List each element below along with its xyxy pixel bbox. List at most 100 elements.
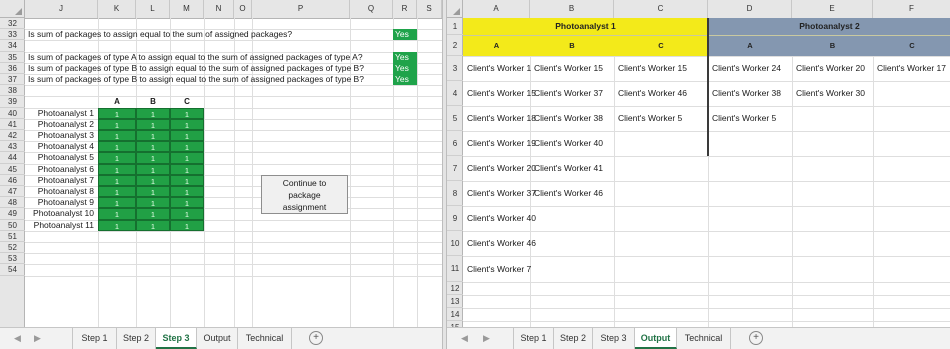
- assignment-cell[interactable]: 1: [170, 118, 204, 130]
- column-header-n[interactable]: N: [204, 0, 234, 18]
- row-number-12[interactable]: 12: [447, 282, 463, 295]
- assignment-cell[interactable]: 1: [170, 163, 204, 175]
- row-number-54[interactable]: 54: [0, 264, 25, 276]
- assignment-cell[interactable]: 1: [170, 107, 204, 119]
- column-header-q[interactable]: Q: [350, 0, 393, 18]
- row-number-36[interactable]: 36: [0, 63, 25, 74]
- worker-assignment-cell[interactable]: Client's Worker 18: [467, 106, 536, 131]
- assignment-cell[interactable]: 1: [98, 208, 136, 220]
- assignment-cell[interactable]: 1: [136, 197, 170, 209]
- worker-assignment-cell[interactable]: Client's Worker 5: [618, 106, 682, 131]
- row-number-41[interactable]: 41: [0, 119, 25, 130]
- column-header-m[interactable]: M: [170, 0, 204, 18]
- worker-assignment-cell[interactable]: Client's Worker 7: [467, 256, 531, 282]
- row-number-37[interactable]: 37: [0, 74, 25, 86]
- sheet-tab-technical[interactable]: Technical: [677, 328, 731, 349]
- continue-button[interactable]: Continue to package assignment: [261, 175, 348, 214]
- assignment-cell[interactable]: 1: [136, 219, 170, 231]
- column-header-l[interactable]: L: [136, 0, 170, 18]
- worker-assignment-cell[interactable]: Client's Worker 15: [467, 81, 536, 106]
- assignment-cell[interactable]: 1: [170, 141, 204, 153]
- row-number-33[interactable]: 33: [0, 29, 25, 41]
- row-number-2[interactable]: 2: [447, 35, 463, 56]
- worker-assignment-cell[interactable]: Client's Worker 46: [618, 81, 687, 106]
- sheet-tab-step-2[interactable]: Step 2: [117, 328, 156, 349]
- column-header-j[interactable]: J: [25, 0, 98, 18]
- row-number-34[interactable]: 34: [0, 40, 25, 52]
- column-header-r[interactable]: R: [393, 0, 417, 18]
- assignment-cell[interactable]: 1: [136, 130, 170, 142]
- assignment-cell[interactable]: 1: [136, 152, 170, 164]
- row-number-9[interactable]: 9: [447, 206, 463, 231]
- assignment-cell[interactable]: 1: [136, 208, 170, 220]
- nav-prev-icon[interactable]: ◀: [461, 333, 468, 344]
- column-header-b[interactable]: B: [530, 0, 614, 18]
- add-sheet-icon[interactable]: +: [749, 331, 763, 345]
- worker-assignment-cell[interactable]: Client's Worker 20: [467, 156, 536, 181]
- worker-assignment-cell[interactable]: Client's Worker 1: [467, 56, 531, 81]
- nav-next-icon[interactable]: ▶: [34, 333, 41, 344]
- row-number-13[interactable]: 13: [447, 295, 463, 308]
- column-header-c[interactable]: C: [614, 0, 708, 18]
- worker-assignment-cell[interactable]: Client's Worker 30: [796, 81, 865, 106]
- assignment-cell[interactable]: 1: [170, 208, 204, 220]
- nav-prev-icon[interactable]: ◀: [14, 333, 21, 344]
- assignment-cell[interactable]: 1: [136, 163, 170, 175]
- nav-next-icon[interactable]: ▶: [483, 333, 490, 344]
- column-header-d[interactable]: D: [708, 0, 792, 18]
- row-number-4[interactable]: 4: [447, 81, 463, 106]
- column-header-p[interactable]: P: [252, 0, 350, 18]
- assignment-cell[interactable]: 1: [170, 130, 204, 142]
- column-header-f[interactable]: F: [873, 0, 950, 18]
- assignment-cell[interactable]: 1: [98, 197, 136, 209]
- worker-assignment-cell[interactable]: Client's Worker 38: [712, 81, 781, 106]
- assignment-cell[interactable]: 1: [98, 130, 136, 142]
- row-number-48[interactable]: 48: [0, 197, 25, 209]
- assignment-cell[interactable]: 1: [170, 219, 204, 231]
- row-number-7[interactable]: 7: [447, 156, 463, 181]
- assignment-cell[interactable]: 1: [136, 141, 170, 153]
- column-header-e[interactable]: E: [792, 0, 873, 18]
- assignment-cell[interactable]: 1: [98, 107, 136, 119]
- row-number-32[interactable]: 32: [0, 18, 25, 30]
- assignment-cell[interactable]: 1: [98, 219, 136, 231]
- row-number-8[interactable]: 8: [447, 181, 463, 206]
- row-number-38[interactable]: 38: [0, 85, 25, 97]
- row-number-14[interactable]: 14: [447, 308, 463, 321]
- row-number-43[interactable]: 43: [0, 141, 25, 153]
- worker-assignment-cell[interactable]: Client's Worker 40: [534, 131, 603, 156]
- assignment-cell[interactable]: 1: [170, 186, 204, 198]
- row-number-11[interactable]: 11: [447, 256, 463, 282]
- row-number-45[interactable]: 45: [0, 164, 25, 175]
- assignment-cell[interactable]: 1: [136, 118, 170, 130]
- row-number-6[interactable]: 6: [447, 131, 463, 156]
- worker-assignment-cell[interactable]: Client's Worker 41: [534, 156, 603, 181]
- worker-assignment-cell[interactable]: Client's Worker 15: [534, 56, 603, 81]
- sheet-tab-step-2[interactable]: Step 2: [554, 328, 593, 349]
- worker-assignment-cell[interactable]: Client's Worker 17: [877, 56, 946, 81]
- row-number-46[interactable]: 46: [0, 175, 25, 186]
- assignment-cell[interactable]: 1: [136, 186, 170, 198]
- row-number-10[interactable]: 10: [447, 231, 463, 256]
- row-number-3[interactable]: 3: [447, 56, 463, 81]
- column-header-a[interactable]: A: [463, 0, 530, 18]
- assignment-cell[interactable]: 1: [98, 141, 136, 153]
- row-number-1[interactable]: 1: [447, 18, 463, 35]
- add-sheet-icon[interactable]: +: [309, 331, 323, 345]
- row-number-42[interactable]: 42: [0, 130, 25, 142]
- assignment-cell[interactable]: 1: [170, 152, 204, 164]
- select-all-corner[interactable]: [0, 0, 25, 18]
- row-number-52[interactable]: 52: [0, 242, 25, 254]
- worker-assignment-cell[interactable]: Client's Worker 38: [534, 106, 603, 131]
- worker-assignment-cell[interactable]: Client's Worker 37: [534, 81, 603, 106]
- assignment-cell[interactable]: 1: [136, 107, 170, 119]
- worker-assignment-cell[interactable]: Client's Worker 19: [467, 131, 536, 156]
- assignment-cell[interactable]: 1: [98, 174, 136, 186]
- sheet-tab-output[interactable]: Output: [635, 328, 677, 349]
- assignment-cell[interactable]: 1: [98, 186, 136, 198]
- row-number-50[interactable]: 50: [0, 220, 25, 231]
- sheet-tab-output[interactable]: Output: [197, 328, 238, 349]
- row-number-49[interactable]: 49: [0, 208, 25, 220]
- row-number-44[interactable]: 44: [0, 152, 25, 164]
- sheet-tab-technical[interactable]: Technical: [238, 328, 292, 349]
